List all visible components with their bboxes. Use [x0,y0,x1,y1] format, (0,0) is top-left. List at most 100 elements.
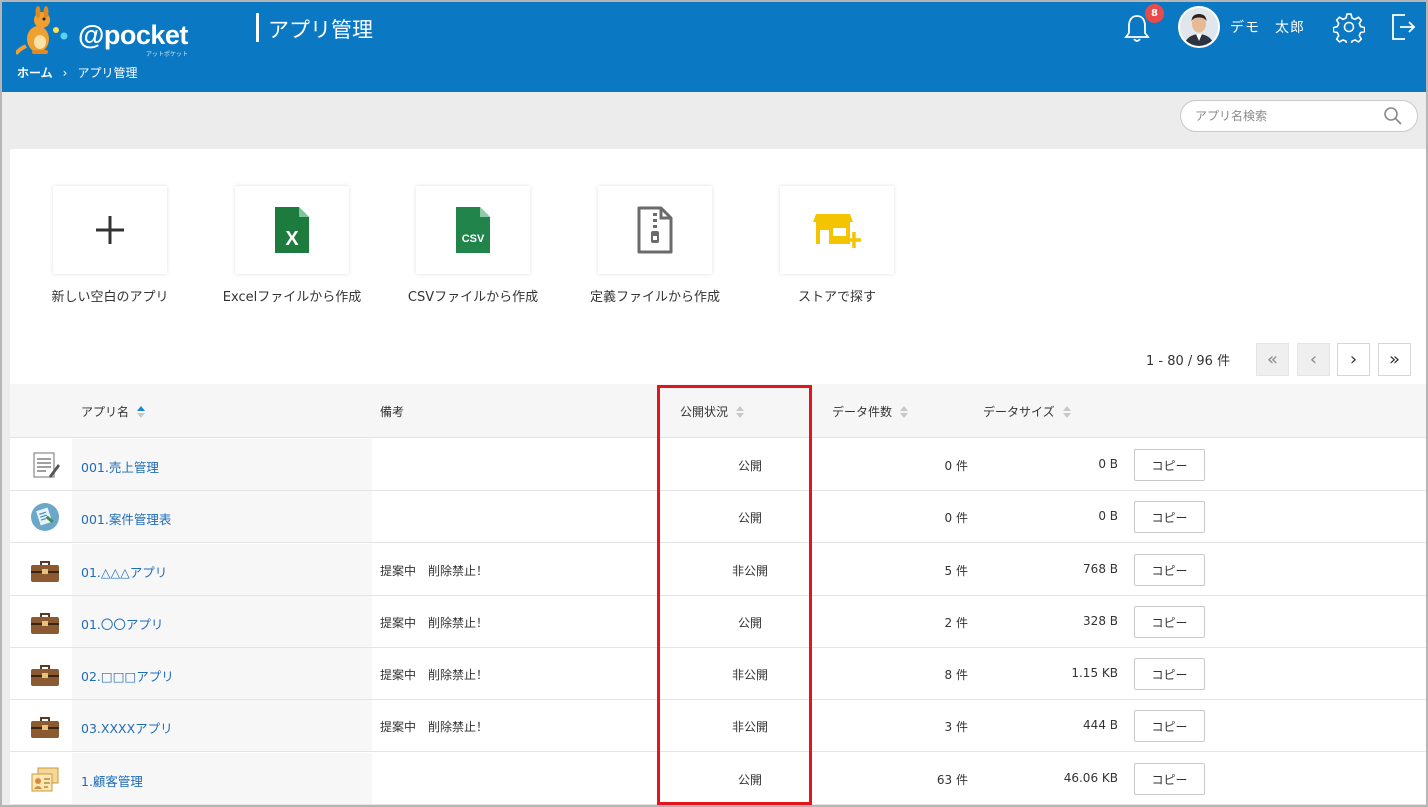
store-label: ストアで探す [797,290,876,305]
app-data-count: 0 件 [944,459,968,473]
logo-subtext: アットポケット [146,51,189,58]
copy-button[interactable]: コピー [1134,658,1205,690]
app-data-count: 8 件 [944,668,968,682]
app-data-size: 444 B [1083,718,1118,732]
app-status: 公開 [737,511,762,525]
table-row: 02.□□□アプリ 提案中 削除禁止！ 非公開 8 件 1.15 KB コピー [10,648,1426,700]
plus-icon [96,216,124,244]
page-title: アプリ管理 [268,18,373,42]
store-tile[interactable] [780,186,894,274]
table-header: アプリ名 備考 公開状況 データ件数 データサイズ [10,384,1426,438]
app-data-size: 1.15 KB [1071,666,1118,680]
circle-doc-icon [30,502,60,532]
column-count-label: データ件数 [832,405,893,419]
column-count[interactable]: データ件数 [832,403,909,420]
copy-button[interactable]: コピー [1134,449,1205,481]
create-definition-tile[interactable] [598,186,712,274]
create-from-excel[interactable]: X Excelファイルから作成 [217,186,367,305]
column-app-name[interactable]: アプリ名 [81,403,146,420]
app-name-link[interactable]: 03.XXXXアプリ [81,718,173,737]
first-page-button[interactable]: « [1256,343,1289,376]
briefcase-icon [30,711,60,741]
create-from-csv[interactable]: CSV CSVファイルから作成 [398,186,548,305]
user-avatar[interactable] [1178,6,1220,48]
sort-icon[interactable] [900,405,909,418]
breadcrumb-current: アプリ管理 [77,66,138,80]
excel-icon-text: X [285,228,299,250]
title-divider [256,13,259,42]
app-search-input[interactable] [1195,107,1375,125]
app-name-link[interactable]: 001.案件管理表 [81,509,171,528]
table-row: 01.△△△アプリ 提案中 削除禁止！ 非公開 5 件 768 B コピー [10,544,1426,596]
last-page-button[interactable]: » [1378,343,1411,376]
create-definition-label: 定義ファイルから作成 [589,290,720,305]
zip-file-icon [637,206,673,254]
app-data-size: 46.06 KB [1063,771,1118,785]
logo-text: @pocket [78,20,188,50]
app-name-link[interactable]: 01.〇〇アプリ [81,614,163,633]
copy-button[interactable]: コピー [1134,554,1205,586]
table-row: 001.案件管理表 公開 0 件 0 B コピー [10,491,1426,543]
app-status: 非公開 [731,720,768,734]
table-row: 001.売上管理 公開 0 件 0 B コピー [10,439,1426,491]
app-status: 公開 [737,459,762,473]
app-status: 公開 [737,773,762,787]
app-status: 非公開 [731,564,768,578]
app-data-size: 328 B [1083,614,1118,628]
sort-icon[interactable] [1062,405,1071,418]
next-page-button[interactable]: › [1337,343,1370,376]
csv-icon-text: CSV [462,233,485,245]
sort-icon[interactable] [736,405,745,418]
pocket-logo[interactable]: @pocket アットポケット [14,6,196,58]
prev-page-button[interactable]: ‹ [1297,343,1330,376]
app-data-count: 2 件 [944,616,968,630]
app-status: 公開 [737,616,762,630]
app-status: 非公開 [731,668,768,682]
app-data-count: 0 件 [944,511,968,525]
breadcrumb-home[interactable]: ホーム [17,64,53,81]
app-note: 提案中 削除禁止！ [380,616,489,630]
excel-file-icon: X [275,207,309,253]
create-excel-tile[interactable]: X [235,186,349,274]
copy-button[interactable]: コピー [1134,501,1205,533]
column-size[interactable]: データサイズ [983,403,1071,420]
create-blank-tile[interactable] [53,186,167,274]
contact-card-icon [30,764,60,794]
app-note: 提案中 削除禁止！ [380,668,489,682]
create-excel-label: Excelファイルから作成 [222,290,362,305]
notification-count-badge: 8 [1145,4,1164,23]
briefcase-icon [30,555,60,585]
app-header: @pocket アットポケット アプリ管理 ホーム › アプリ管理 8 デモ 太… [0,0,1428,92]
column-status[interactable]: 公開状況 [680,403,745,420]
kangaroo-logo-icon [14,6,68,56]
find-in-store[interactable]: ストアで探す [762,186,912,305]
create-blank-label: 新しい空白のアプリ [51,290,169,305]
create-from-definition[interactable]: 定義ファイルから作成 [580,186,730,305]
app-data-size: 0 B [1098,457,1118,471]
create-csv-tile[interactable]: CSV [416,186,530,274]
create-blank-app[interactable]: 新しい空白のアプリ [35,186,185,305]
search-icon[interactable] [1383,106,1403,126]
app-name-link[interactable]: 001.売上管理 [81,457,159,476]
app-name-link[interactable]: 01.△△△アプリ [81,562,167,581]
app-data-count: 5 件 [944,564,968,578]
csv-file-icon: CSV [456,207,490,253]
app-data-count: 3 件 [944,720,968,734]
sort-icon[interactable] [137,405,146,418]
column-status-label: 公開状況 [680,405,729,419]
app-name-link[interactable]: 02.□□□アプリ [81,666,174,685]
settings-gear-icon[interactable] [1332,11,1366,46]
app-data-size: 768 B [1083,562,1118,576]
breadcrumb-separator: › [62,65,68,80]
logout-icon[interactable] [1389,12,1417,42]
copy-button[interactable]: コピー [1134,606,1205,638]
copy-button[interactable]: コピー [1134,763,1205,795]
app-name-link[interactable]: 1.顧客管理 [81,771,143,790]
app-data-size: 0 B [1098,509,1118,523]
pagination-range: 1 - 80 / 96 件 [1146,354,1231,369]
user-name[interactable]: デモ 太郎 [1230,17,1305,37]
app-note: 提案中 削除禁止！ [380,564,489,578]
create-csv-label: CSVファイルから作成 [407,290,539,305]
copy-button[interactable]: コピー [1134,710,1205,742]
column-note: 備考 [380,403,404,420]
